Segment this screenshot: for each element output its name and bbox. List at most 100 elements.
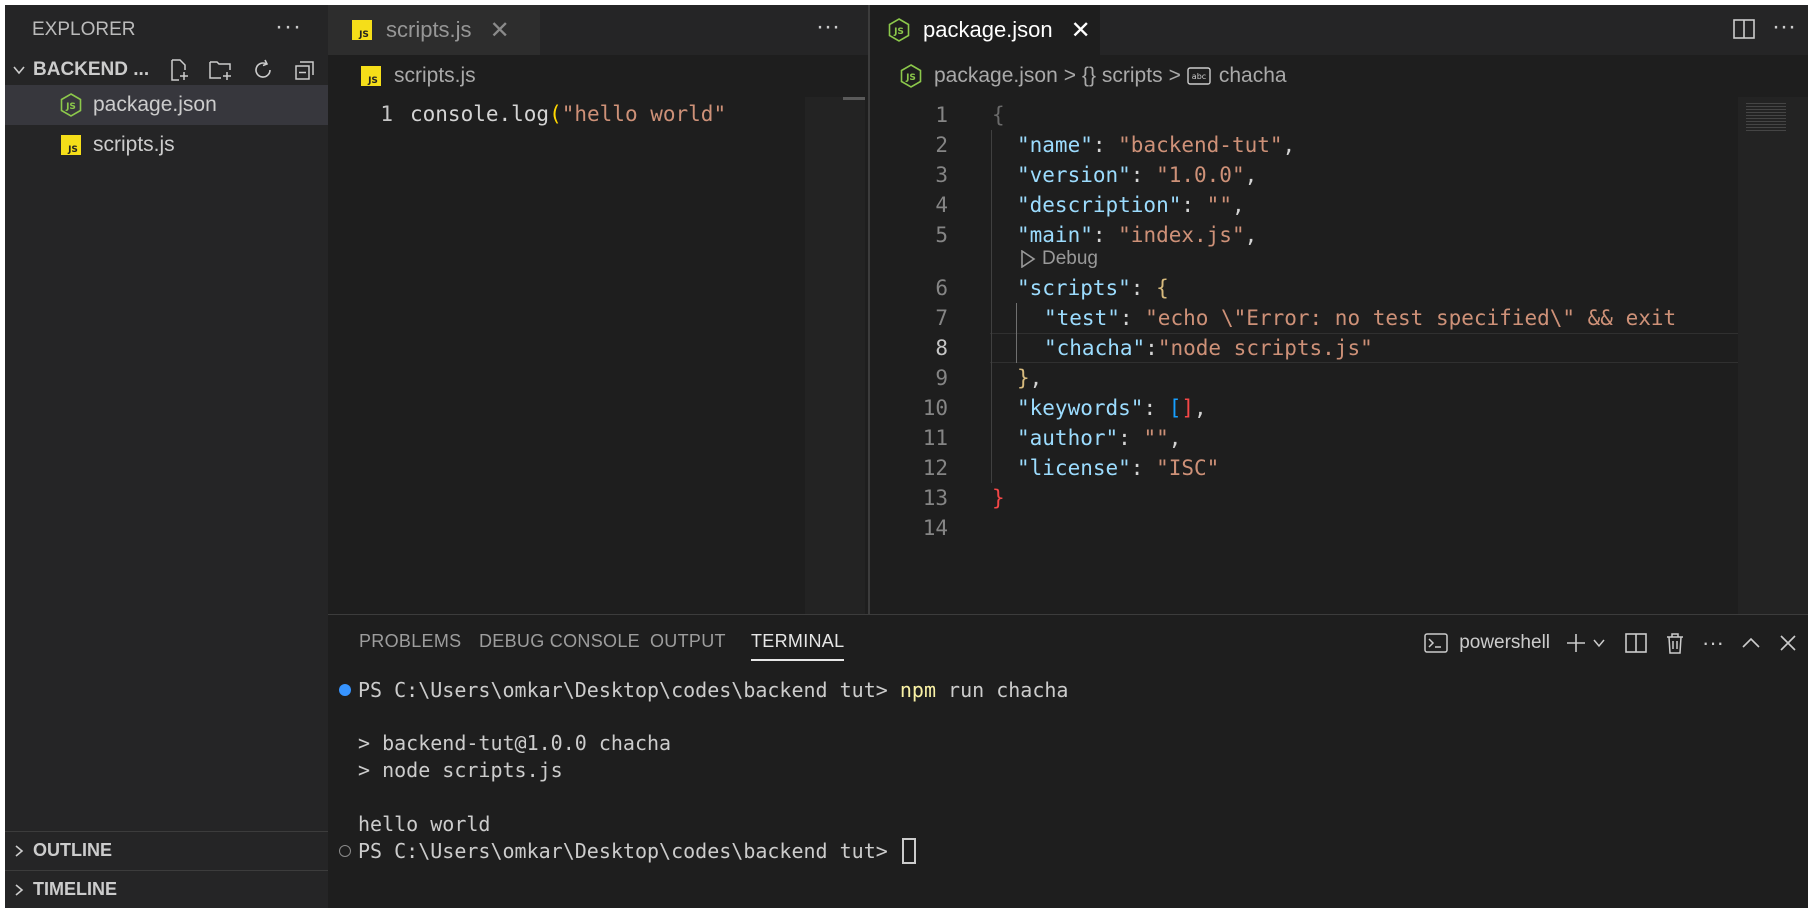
left-tab-bar: JS scripts.js ✕ ···: [328, 5, 868, 55]
code-line: "author": "",: [1017, 423, 1181, 453]
timeline-section[interactable]: TIMELINE: [5, 870, 328, 908]
js-icon: JS: [59, 133, 83, 157]
code-token: "": [1206, 193, 1232, 217]
close-icon[interactable]: ✕: [490, 16, 510, 45]
breadcrumb: JS package.json > {} scripts > abc chach…: [870, 55, 1808, 97]
tab-terminal[interactable]: TERMINAL: [751, 631, 845, 661]
chevron-right-icon: [5, 883, 33, 897]
tab-output[interactable]: OUTPUT: [650, 631, 726, 652]
file-item-scripts-js[interactable]: JS scripts.js: [5, 125, 328, 165]
code-token: "node scripts.js": [1157, 336, 1373, 360]
panel-more-button[interactable]: ···: [1702, 630, 1724, 656]
vscode-window: EXPLORER ··· BACKEND ... JS package.json…: [5, 5, 1808, 908]
panel-tab-bar: PROBLEMS DEBUG CONSOLE OUTPUT TERMINAL p…: [328, 615, 1808, 671]
code-token: ,: [1029, 366, 1043, 390]
explorer-header: EXPLORER ···: [5, 5, 328, 55]
code-token: :: [1130, 163, 1157, 187]
collapse-all-icon[interactable]: [290, 56, 320, 84]
nodejs-icon: JS: [887, 18, 911, 42]
tab-scripts-js[interactable]: JS scripts.js ✕: [328, 5, 540, 55]
explorer-more-button[interactable]: ···: [275, 13, 302, 41]
minimap-content: [1746, 103, 1786, 133]
chevron-up-icon[interactable]: [1740, 632, 1762, 654]
line-number: 7: [935, 306, 948, 330]
svg-text:JS: JS: [65, 102, 76, 112]
line-number: 2: [935, 133, 948, 157]
code-token: ]: [1181, 396, 1195, 420]
terminal-shell-icon: [1423, 631, 1449, 655]
code-token: "name": [1017, 133, 1093, 157]
code-editor[interactable]: 1 console.log("hello world": [328, 97, 868, 614]
code-token: "main": [1017, 223, 1093, 247]
breadcrumb-file[interactable]: package.json: [934, 64, 1058, 88]
terminal-cursor: [901, 838, 916, 864]
string-symbol-icon: abc: [1187, 67, 1211, 85]
line-number: 3: [935, 163, 948, 187]
right-tab-bar: JS package.json ✕ ···: [870, 5, 1808, 55]
chevron-down-icon[interactable]: [1592, 636, 1606, 650]
chevron-down-icon: [5, 63, 33, 77]
outline-section[interactable]: OUTLINE: [5, 831, 328, 869]
code-token: "description": [1017, 193, 1182, 217]
debug-codelens[interactable]: Debug: [1020, 246, 1098, 272]
tab-label: scripts.js: [386, 17, 472, 42]
line-number: 10: [922, 396, 948, 420]
close-icon[interactable]: ✕: [1071, 16, 1091, 45]
code-token: ,: [1282, 133, 1296, 157]
code-token: :: [1143, 396, 1169, 420]
code-line: "description": "",: [1017, 190, 1245, 220]
terminal-prompt: PS C:\Users\omkar\Desktop\codes\backend …: [358, 839, 900, 863]
new-folder-icon[interactable]: [206, 56, 236, 84]
new-file-icon[interactable]: [164, 56, 194, 84]
code-editor[interactable]: 1 2 3 4 5 6 7 8 9 10 11 12 13 14 {"name…: [870, 97, 1808, 614]
breadcrumb-chacha[interactable]: chacha: [1219, 64, 1287, 88]
code-token: :: [1181, 193, 1207, 217]
code-line: "scripts": {: [1017, 273, 1169, 303]
explorer-title: EXPLORER: [32, 19, 136, 40]
minimap[interactable]: [1738, 97, 1808, 614]
code-token: [: [1168, 396, 1182, 420]
file-item-package-json[interactable]: JS package.json: [5, 85, 328, 125]
code-token: :: [1118, 426, 1144, 450]
code-token: ,: [1168, 426, 1182, 450]
code-token: "ISC": [1156, 456, 1220, 480]
svg-text:abc: abc: [1192, 72, 1206, 81]
trash-icon[interactable]: [1664, 631, 1686, 655]
code-token: "keywords": [1017, 396, 1144, 420]
shell-name[interactable]: powershell: [1459, 632, 1550, 654]
svg-text:JS: JS: [367, 76, 378, 86]
split-terminal-icon[interactable]: [1624, 631, 1648, 655]
code-token: ,: [1244, 163, 1258, 187]
code-token: "version": [1017, 163, 1131, 187]
file-label: scripts.js: [93, 133, 175, 156]
breadcrumb-scripts[interactable]: {} scripts: [1082, 64, 1163, 88]
code-line: "chacha": "node scripts.js": [1044, 333, 1373, 363]
tab-package-json[interactable]: JS package.json ✕: [870, 5, 1100, 55]
folder-root[interactable]: BACKEND ...: [5, 55, 328, 85]
editor-more-button[interactable]: ···: [816, 13, 840, 41]
code-token: {: [1156, 276, 1169, 300]
code-line: "test": "echo \"Error: no test specified…: [1044, 303, 1676, 333]
code-token: "index.js": [1118, 223, 1245, 247]
plus-icon[interactable]: [1564, 631, 1588, 655]
breadcrumb-separator: >: [1168, 64, 1181, 87]
code-line: "name": "backend-tut",: [1017, 130, 1295, 160]
refresh-icon[interactable]: [248, 56, 278, 84]
codelens-label: Debug: [1042, 248, 1098, 269]
split-editor-icon[interactable]: [1732, 17, 1756, 46]
terminal-prompt: PS C:\Users\omkar\Desktop\codes\backend …: [358, 678, 900, 702]
scrollbar-thumb[interactable]: [843, 97, 865, 100]
js-icon: JS: [360, 65, 384, 87]
code-token: "1.0.0": [1156, 163, 1245, 187]
panel-actions: powershell ···: [1423, 623, 1808, 663]
bottom-panel: PROBLEMS DEBUG CONSOLE OUTPUT TERMINAL p…: [328, 614, 1808, 908]
code-token: "author": [1017, 426, 1119, 450]
close-icon[interactable]: [1778, 633, 1798, 653]
editor-more-button[interactable]: ···: [1772, 13, 1796, 41]
line-number: 14: [922, 516, 948, 540]
tab-debug-console[interactable]: DEBUG CONSOLE: [479, 631, 640, 652]
code-token: "hello world": [561, 102, 727, 126]
minimap[interactable]: [805, 97, 865, 614]
tab-problems[interactable]: PROBLEMS: [359, 631, 461, 652]
breadcrumb-file[interactable]: scripts.js: [394, 64, 476, 88]
